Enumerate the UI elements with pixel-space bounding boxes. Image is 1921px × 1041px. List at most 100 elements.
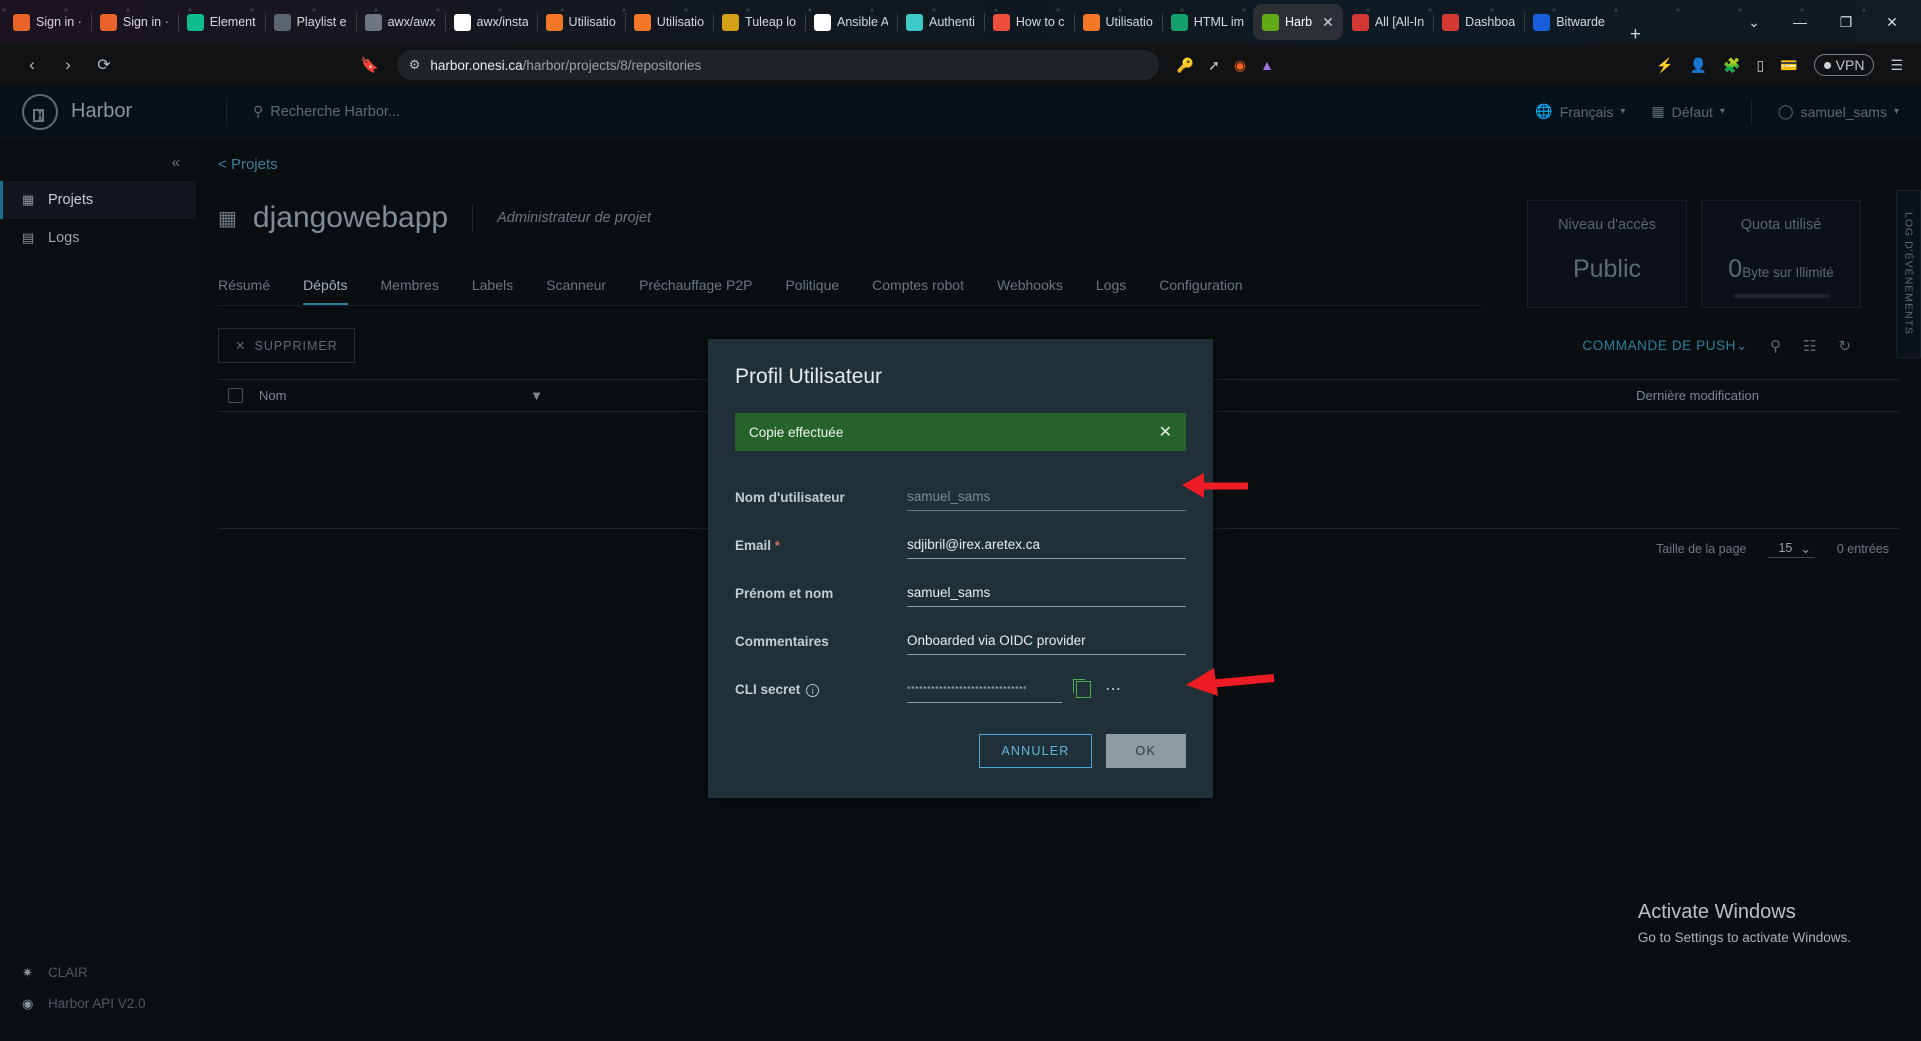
browser-tab[interactable]: How to c	[983, 4, 1074, 40]
maximize-button[interactable]: ❐	[1823, 14, 1869, 31]
filter-icon[interactable]: ▼	[530, 388, 543, 403]
theme-selector[interactable]: ▦ Défaut ▾	[1651, 103, 1725, 120]
tab-search-button[interactable]: ⌄	[1731, 14, 1777, 31]
browser-tab[interactable]: Dashboa	[1433, 4, 1524, 40]
minimize-button[interactable]: —	[1777, 14, 1823, 30]
chevron-down-icon: ▾	[1719, 106, 1725, 117]
select-all-checkbox[interactable]	[228, 388, 243, 403]
vpn-button[interactable]: VPN	[1813, 54, 1875, 76]
new-tab-button[interactable]: +	[1614, 25, 1657, 44]
sidebar-item-label: CLAIR	[48, 965, 88, 980]
browser-tab[interactable]: awx/insta	[444, 4, 537, 40]
back-button[interactable]: ‹	[14, 55, 50, 75]
tab-list: Sign in · Sign in · Element Playlist e awx/a…	[0, 0, 1614, 44]
sidebar-item-label: Harbor API V2.0	[48, 996, 146, 1011]
lightning-icon[interactable]: ⚡	[1656, 57, 1673, 74]
info-icon[interactable]: i	[806, 683, 820, 697]
push-command-button[interactable]: COMMANDE DE PUSH⌄	[1582, 338, 1748, 354]
puzzle-icon[interactable]: 🧩	[1723, 57, 1740, 74]
brave-shield-icon[interactable]: ◉	[1234, 57, 1246, 74]
browser-tab[interactable]: All [All-In	[1343, 4, 1433, 40]
tab-r-sum-[interactable]: Résumé	[218, 277, 270, 306]
refresh-icon[interactable]: ↻	[1838, 337, 1851, 355]
sidebar-item-projets[interactable]: ▦ Projets	[0, 181, 196, 219]
column-settings-icon[interactable]: ☷	[1803, 337, 1816, 355]
column-header-derniere-modification[interactable]: Dernière modification	[1636, 388, 1899, 403]
browser-tab[interactable]: Tuleap lo	[713, 4, 805, 40]
sidebar-item-clair[interactable]: ✷ CLAIR	[0, 957, 196, 988]
profile-icon[interactable]: 👤	[1690, 57, 1707, 74]
project-tabs: Résumé Dépôts Membres Labels Scanneur Préchau…	[218, 277, 1921, 306]
events-log-rail[interactable]: LOG D'ÉVÉNEMENTS	[1896, 190, 1921, 358]
email-field[interactable]: sdjibril@irex.aretex.ca	[907, 532, 1186, 559]
share-icon[interactable]: ➚	[1208, 57, 1220, 74]
harbor-logo[interactable]: Harbor	[22, 93, 220, 130]
tab-pr-chauffage-p2p[interactable]: Préchauffage P2P	[639, 277, 752, 306]
browser-tab[interactable]: Sign in ·	[90, 4, 178, 40]
key-icon[interactable]: 🔑	[1177, 57, 1194, 74]
browser-tab[interactable]: awx/awx	[355, 4, 445, 40]
language-selector[interactable]: 🌐 Français ▾	[1535, 103, 1625, 120]
sidebar-item-logs[interactable]: ▤ Logs	[0, 219, 196, 257]
cancel-button[interactable]: ANNULER	[979, 734, 1092, 768]
site-settings-icon[interactable]: ⚙	[409, 57, 421, 73]
hamburger-icon[interactable]: ☰	[1890, 57, 1903, 74]
browser-tab[interactable]: Element	[177, 4, 265, 40]
sidebar-collapse-button[interactable]: «	[0, 144, 196, 181]
close-tab-icon[interactable]: ✕	[1322, 14, 1334, 31]
browser-tab[interactable]: Utilisatio	[1073, 4, 1162, 40]
browser-tab[interactable]: HTML im	[1161, 4, 1253, 40]
browser-tab[interactable]: Utilisatio	[536, 4, 625, 40]
tab-labels[interactable]: Labels	[472, 277, 513, 306]
comments-field[interactable]: Onboarded via OIDC provider	[907, 628, 1186, 655]
bitwarden-icon	[1533, 13, 1551, 31]
browser-tab[interactable]: Ansible A	[805, 4, 897, 40]
search-input[interactable]: ⚲ Recherche Harbor...	[253, 103, 400, 120]
theme-icon: ▦	[1651, 103, 1665, 119]
browser-tab[interactable]: Utilisatio	[624, 4, 713, 40]
jupyter-icon	[1082, 13, 1100, 31]
browser-tab-label: HTML im	[1193, 15, 1245, 29]
sidebar-icon[interactable]: ▯	[1756, 57, 1764, 74]
close-icon[interactable]: ✕	[1159, 422, 1172, 442]
tab-politique[interactable]: Politique	[785, 277, 839, 306]
breadcrumb[interactable]: < Projets	[196, 138, 1921, 173]
tab-webhooks[interactable]: Webhooks	[997, 277, 1063, 306]
browser-tab[interactable]: Authenti	[897, 4, 984, 40]
browser-tab[interactable]: Sign in ·	[4, 4, 91, 40]
tab-logs[interactable]: Logs	[1096, 277, 1126, 306]
watermark-title: Activate Windows	[1637, 901, 1796, 923]
copy-icon[interactable]	[1073, 678, 1091, 698]
page-size-select[interactable]: 15 ⌄	[1768, 540, 1815, 558]
ok-button[interactable]: OK	[1105, 734, 1186, 768]
browser-tab[interactable]: Bitwarde	[1524, 4, 1614, 40]
more-options-icon[interactable]: ⋯	[1105, 679, 1123, 699]
user-profile-dialog: Profil Utilisateur Copie effectuée ✕ Nom…	[708, 339, 1213, 798]
reload-button[interactable]: ⟳	[86, 55, 122, 75]
search-icon[interactable]: ⚲	[1770, 337, 1781, 355]
tab-comptes-robot[interactable]: Comptes robot	[872, 277, 964, 306]
brave-leo-icon[interactable]: ▲	[1260, 57, 1274, 73]
address-bar[interactable]: ⚙ harbor.onesi.ca/harbor/projects/8/repo…	[396, 50, 1159, 80]
user-menu[interactable]: ◯ samuel_sams ▾	[1778, 103, 1899, 120]
sidebar-item-harbor-api[interactable]: ◉ Harbor API V2.0	[0, 988, 196, 1019]
close-window-button[interactable]: ✕	[1869, 14, 1915, 31]
tab-d-p-ts[interactable]: Dépôts	[303, 277, 348, 306]
tab-scanneur[interactable]: Scanneur	[546, 277, 606, 306]
cli-secret-field: ••••••••••••••••••••••••••••••	[907, 676, 1062, 703]
firefox-icon	[13, 13, 30, 31]
tab-configuration[interactable]: Configuration	[1159, 277, 1242, 306]
forward-button[interactable]: ›	[50, 55, 86, 75]
bookmark-icon[interactable]: 🔖	[360, 56, 379, 74]
browser-tab[interactable]: Playlist e	[264, 4, 356, 40]
column-header-nom[interactable]: Nom ▼	[259, 388, 559, 403]
language-label: Français	[1559, 103, 1614, 120]
firefox-icon	[99, 13, 117, 31]
delete-button[interactable]: ✕ SUPPRIMER	[218, 328, 355, 363]
fullname-field[interactable]: samuel_sams	[907, 580, 1186, 607]
browser-tab-label: Authenti	[929, 15, 975, 29]
browser-tab[interactable]: Harb ✕	[1253, 4, 1343, 40]
tab-membres[interactable]: Membres	[381, 277, 439, 306]
wallet-icon[interactable]: 💳	[1780, 57, 1797, 74]
breadcrumb-label: Projets	[230, 156, 278, 173]
